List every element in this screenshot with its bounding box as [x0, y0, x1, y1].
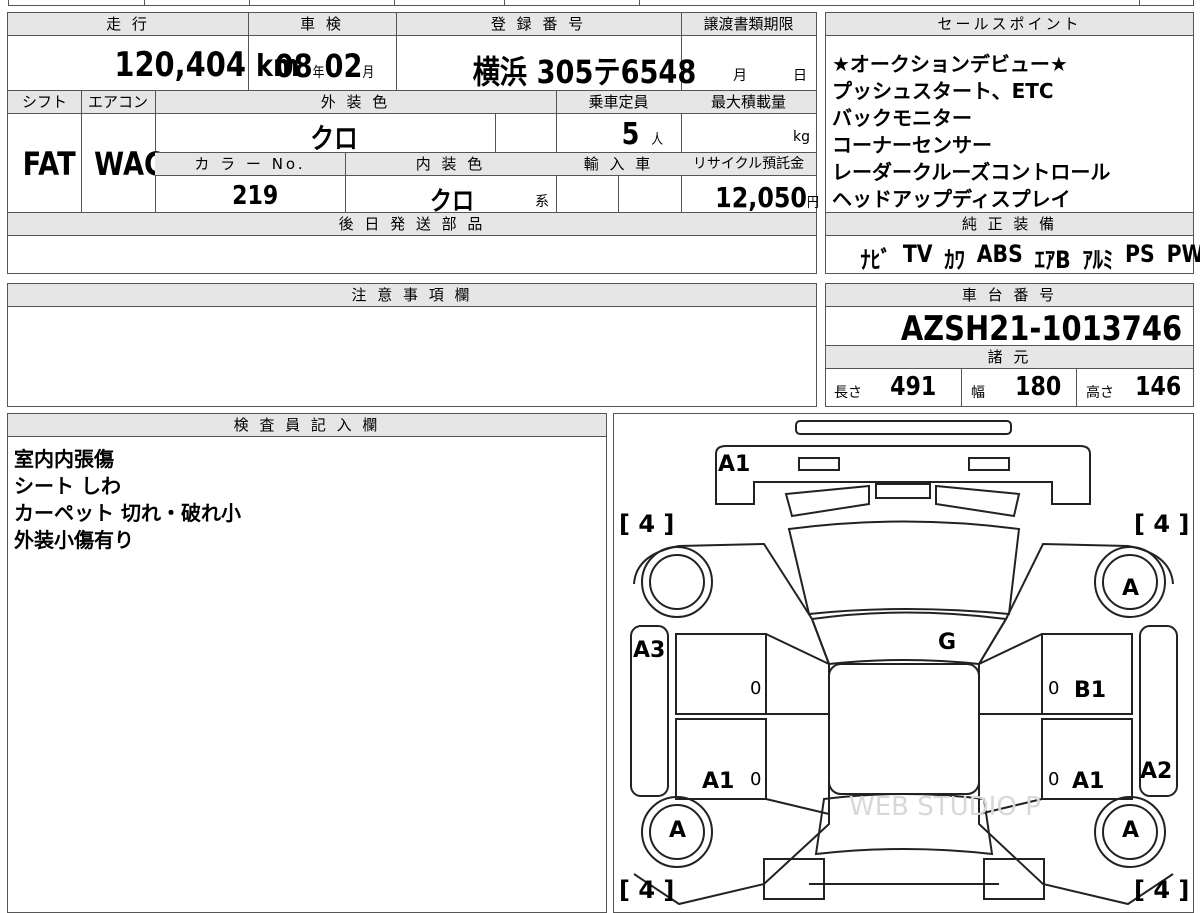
car-outline-diagram	[630, 420, 1178, 906]
interior-header: 内 装 色	[345, 153, 556, 176]
sales-point-6: ヘッドアップディスプレイ	[832, 187, 1071, 211]
damage-right-rear-fender: A2	[1140, 759, 1173, 784]
equip-airbag: ｴｱB	[1034, 246, 1071, 274]
door-zero-lr: 0	[750, 769, 762, 790]
ac-header: エアコン	[81, 91, 155, 114]
caution-header: 注 意 事 項 欄	[8, 284, 816, 307]
damage-left-rear-door: A1	[702, 769, 735, 794]
mileage-value: 120,404 km	[114, 45, 300, 85]
sales-point-header: セールスポイント	[826, 13, 1193, 36]
damage-left-front-fender: A3	[633, 638, 666, 663]
length-value: 491	[890, 372, 937, 402]
damage-right-front-door: B1	[1074, 678, 1107, 703]
ac-value: WAC	[94, 145, 164, 183]
height-label: 高さ	[1086, 385, 1114, 401]
recycle-value: 12,050円	[715, 181, 819, 214]
length-label: 長さ	[834, 385, 862, 401]
sales-point-box: セールスポイント ★オークションデビュー★ プッシュスタート、ETC バックモニ…	[825, 12, 1200, 274]
exterior-color-value: クロ	[310, 122, 358, 155]
inspector-box: 検 査 員 記 入 欄 室内内張傷 シート しわ カーペット 切れ・破れ小 外装…	[7, 413, 607, 913]
caution-box: 注 意 事 項 欄	[7, 283, 817, 407]
inspection-header: 車 検	[248, 13, 396, 36]
chassis-number: AZSH21-1013746	[900, 309, 1183, 349]
color-no-value: 219	[232, 181, 279, 211]
door-zero-lf: 0	[750, 678, 762, 699]
capacity-value: 5人	[621, 117, 664, 152]
damage-front-bumper: A1	[718, 452, 751, 477]
sales-point-5: レーダークルーズコントロール	[832, 160, 1111, 184]
inspector-header: 検 査 員 記 入 欄	[8, 414, 606, 437]
inspector-note-1: 室内内張傷	[14, 447, 114, 471]
sales-point-1: ★オークションデビュー★	[832, 52, 1068, 76]
damage-rear-left-wheel: A	[669, 818, 687, 843]
door-zero-rf: 0	[1048, 678, 1060, 699]
exterior-header: 外 装 色	[155, 91, 556, 114]
inspector-note-2: シート しわ	[14, 474, 121, 498]
tire-bracket-front-left: [ 4 ]	[619, 510, 675, 538]
equip-ps: PS	[1125, 240, 1155, 268]
inspection-date: 08年02月	[274, 47, 375, 85]
mileage-header: 走 行	[8, 13, 248, 36]
shift-header: シフト	[8, 91, 81, 114]
specs-header: 諸 元	[826, 346, 1193, 369]
transfer-header: 譲渡書類期限	[681, 13, 816, 36]
height-value: 146	[1135, 372, 1182, 402]
color-no-header: カ ラ ー No.	[155, 153, 345, 176]
maxload-header: 最大積載量	[681, 91, 816, 114]
watermark: WEB STUDIO P	[849, 792, 1041, 822]
chassis-box: 車 台 番 号 AZSH21-1013746 諸 元 長さ 491 幅 180 …	[825, 283, 1194, 407]
vehicle-info-table: 走 行 車 検 登 録 番 号 譲渡書類期限 120,404 km 08年02月…	[7, 12, 819, 274]
import-header: 輸 入 車	[556, 153, 681, 176]
damage-rear-right-wheel: A	[1122, 818, 1140, 843]
equip-nav: ﾅﾋﾞ	[860, 246, 891, 274]
transfer-month-unit: 月	[733, 68, 747, 84]
sales-point-2: プッシュスタート、ETC	[832, 79, 1054, 103]
equip-tv: TV	[902, 240, 933, 268]
registration-header: 登 録 番 号	[396, 13, 681, 36]
inspector-note-4: 外装小傷有り	[14, 528, 134, 552]
width-value: 180	[1015, 372, 1062, 402]
top-strip	[8, 0, 1194, 6]
transfer-day-unit: 日	[793, 68, 807, 84]
shift-value: FAT	[22, 145, 76, 183]
equip-abs: ABS	[976, 240, 1023, 268]
later-parts-header: 後 日 発 送 部 品	[8, 213, 816, 236]
equip-leather: ｶﾜ	[944, 246, 965, 274]
interior-suffix: 系	[535, 194, 549, 210]
damage-right-rear-door: A1	[1072, 769, 1105, 794]
car-diagram-box: [ 4 ] [ 4 ] [ 4 ] [ 4 ] A1 G A3 B1 A1 A1…	[613, 413, 1194, 913]
registration-number: 横浜 305テ6548	[472, 53, 697, 91]
equip-pw: PW	[1166, 240, 1200, 268]
capacity-header: 乗車定員	[556, 91, 681, 114]
door-zero-rr: 0	[1048, 769, 1060, 790]
damage-windshield: G	[938, 630, 957, 655]
damage-front-right-wheel: A	[1122, 576, 1140, 601]
recycle-header: リサイクル預託金	[681, 153, 816, 176]
equip-alloy: ｱﾙﾐ	[1082, 246, 1114, 274]
chassis-header: 車 台 番 号	[826, 284, 1193, 307]
inspector-note-3: カーペット 切れ・破れ小	[14, 501, 241, 525]
maxload-unit: kg	[793, 129, 810, 145]
width-label: 幅	[971, 385, 985, 401]
sales-point-3: バックモニター	[832, 106, 972, 130]
sales-point-4: コーナーセンサー	[832, 133, 992, 157]
equipment-list: ﾅﾋﾞ TV ｶﾜ ABS ｴｱB ｱﾙﾐ PS PW	[860, 240, 1200, 275]
equipment-header: 純 正 装 備	[826, 213, 1193, 236]
tire-bracket-front-right: [ 4 ]	[1134, 510, 1190, 538]
